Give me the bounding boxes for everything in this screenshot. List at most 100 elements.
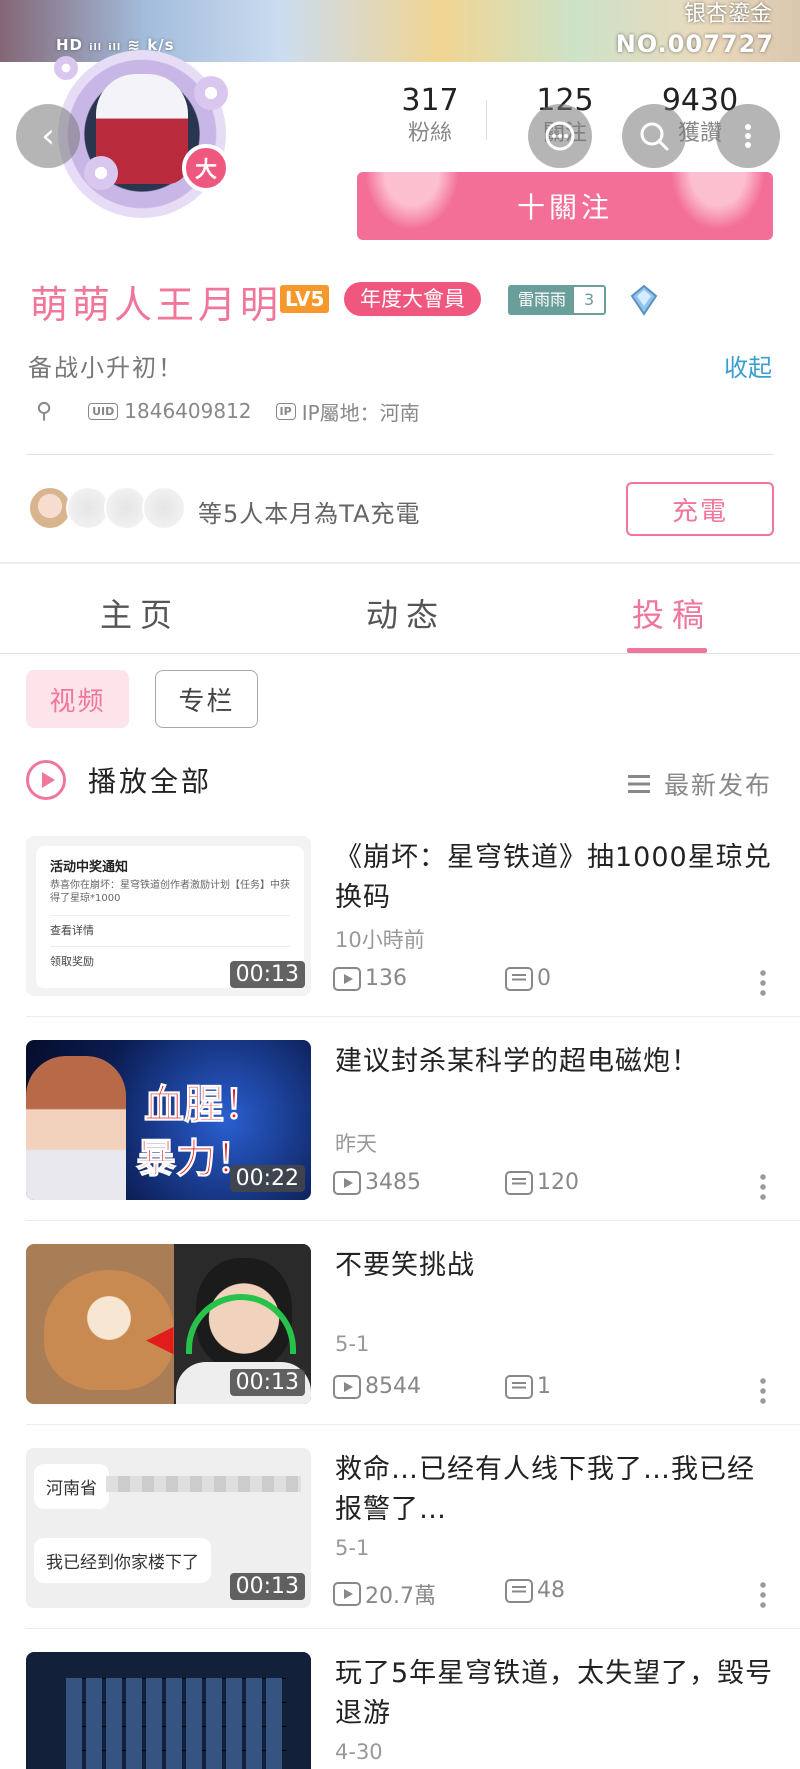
avatar xyxy=(142,486,186,530)
back-button[interactable]: ‹ xyxy=(16,104,80,168)
search-icon xyxy=(640,122,669,151)
divider xyxy=(0,653,800,654)
list-item[interactable]: 玩了5年星穹铁道，太失望了，毁号退游 4-30 xyxy=(0,1652,800,1769)
followers-label: 粉絲 xyxy=(407,121,452,146)
video-thumbnail[interactable] xyxy=(26,1652,311,1769)
comment-icon xyxy=(505,1578,533,1603)
divider xyxy=(26,1628,800,1629)
chevron-left-icon: ‹ xyxy=(41,116,55,156)
divider xyxy=(26,1220,800,1221)
play-icon xyxy=(333,966,361,991)
subtab-column[interactable]: 专栏 xyxy=(155,670,258,728)
username: 萌萌人王月明 xyxy=(30,283,283,327)
play-count-value: 3485 xyxy=(365,1170,421,1195)
character-image xyxy=(26,1056,126,1200)
chat-bubble-icon xyxy=(545,121,575,151)
arrow-left-icon: ◀ xyxy=(146,1318,174,1359)
video-time: 5-1 xyxy=(335,1536,370,1560)
comment-icon xyxy=(505,1374,533,1399)
section-divider xyxy=(0,562,800,564)
medal-label: 银杏鎏金 xyxy=(683,2,772,27)
sort-dropdown[interactable]: 最新发布 xyxy=(627,766,772,802)
vip-avatar-badge: 大 xyxy=(182,144,230,192)
play-all-button[interactable]: 播放全部 xyxy=(26,760,212,800)
chat-bubble: 我已经到你家楼下了 xyxy=(34,1538,211,1583)
list-item[interactable]: 活动中奖通知 恭喜你在崩坏：星穹铁道创作者激励计划【任务】中获得了星琼*1000… xyxy=(0,836,800,1040)
charge-button[interactable]: 充電 xyxy=(626,482,774,536)
list-item[interactable]: ◀ 00:13 不要笑挑战 5-1 8544 1 xyxy=(0,1244,800,1448)
character-grid-image xyxy=(66,1678,286,1769)
play-count: 20.7萬 xyxy=(333,1578,436,1610)
uid-tag: UID xyxy=(88,402,119,420)
thumb-heading: 活动中奖通知 xyxy=(50,860,129,875)
fan-medal-badge[interactable]: 雷雨雨 3 xyxy=(508,285,607,315)
wing-decoration xyxy=(357,172,467,240)
charge-summary: 等5人本月為TA充電 xyxy=(198,500,421,528)
duration-badge: 00:13 xyxy=(229,1369,305,1396)
video-title[interactable]: 救命…已经有人线下我了…我已经报警了… xyxy=(335,1450,775,1530)
video-title[interactable]: 玩了5年星穹铁道，太失望了，毁号退游 xyxy=(335,1654,775,1734)
video-thumbnail[interactable]: ◀ 00:13 xyxy=(26,1244,311,1404)
blurred-text xyxy=(106,1476,301,1492)
play-all-label: 播放全部 xyxy=(88,765,213,798)
play-count: 8544 xyxy=(333,1374,421,1399)
video-title[interactable]: 不要笑挑战 xyxy=(335,1246,775,1286)
video-thumbnail[interactable]: 河南省 我已经到你家楼下了 00:13 xyxy=(26,1448,311,1608)
video-time: 昨天 xyxy=(335,1132,377,1156)
collapse-link[interactable]: 收起 xyxy=(724,348,772,383)
tab-home[interactable]: 主页 xyxy=(100,590,180,636)
search-button[interactable] xyxy=(622,104,686,168)
follow-button-label: 十關注 xyxy=(516,191,613,224)
followers-count: 317 xyxy=(401,83,459,118)
follow-button[interactable]: 十關注 xyxy=(357,172,773,240)
divider xyxy=(26,1016,800,1017)
list-item[interactable]: 河南省 我已经到你家楼下了 00:13 救命…已经有人线下我了…我已经报警了… … xyxy=(0,1448,800,1652)
stat-divider xyxy=(486,100,487,140)
tab-uploads[interactable]: 投稿 xyxy=(632,590,712,636)
more-button[interactable] xyxy=(716,104,780,168)
play-count-value: 20.7萬 xyxy=(365,1584,436,1609)
fan-medal-level: 3 xyxy=(574,287,605,313)
list-item[interactable]: 血腥！ 暴力！ 00:22 建议封杀某科学的超电磁炮！ 昨天 3485 120 xyxy=(0,1040,800,1244)
video-time: 4-30 xyxy=(335,1740,383,1764)
video-thumbnail[interactable]: 活动中奖通知 恭喜你在崩坏：星穹铁道创作者激励计划【任务】中获得了星琼*1000… xyxy=(26,836,311,996)
wing-decoration xyxy=(663,172,773,240)
thumb-row: 查看详情 xyxy=(50,915,290,938)
more-vertical-icon[interactable] xyxy=(760,1580,766,1608)
duration-badge: 00:13 xyxy=(229,1573,305,1600)
fan-medal-name: 雷雨雨 xyxy=(510,287,575,313)
comment-count: 120 xyxy=(505,1170,579,1195)
comment-icon xyxy=(505,966,533,991)
diamond-icon[interactable] xyxy=(624,280,664,320)
profile-meta-row: ⚲ UID 1846409812 IP IP屬地：河南 xyxy=(36,396,420,426)
comment-count-value: 120 xyxy=(537,1170,579,1195)
play-circle-icon xyxy=(26,760,66,800)
divider xyxy=(26,1424,800,1425)
play-count-value: 136 xyxy=(365,966,407,991)
thumb-body: 恭喜你在崩坏：星穹铁道创作者激励计划【任务】中获得了星琼*1000 xyxy=(50,880,290,904)
play-icon xyxy=(333,1374,361,1399)
frame-flower-decoration xyxy=(54,56,78,80)
bio-text: 备战小升初！ xyxy=(28,354,184,382)
comment-count: 0 xyxy=(505,966,551,991)
subtab-video[interactable]: 视频 xyxy=(26,670,129,728)
video-time: 5-1 xyxy=(335,1332,370,1356)
tab-dynamics[interactable]: 动态 xyxy=(366,590,446,636)
more-vertical-icon[interactable] xyxy=(760,1376,766,1404)
more-vertical-icon[interactable] xyxy=(760,968,766,996)
uid-value[interactable]: 1846409812 xyxy=(124,399,251,423)
message-button[interactable] xyxy=(528,104,592,168)
video-title[interactable]: 《崩坏：星穹铁道》抽1000星琼兑换码 xyxy=(335,838,775,918)
sort-label: 最新发布 xyxy=(663,771,772,800)
vip-badge[interactable]: 年度大會員 xyxy=(344,282,481,316)
comment-count-value: 1 xyxy=(537,1374,551,1399)
charger-avatars[interactable] xyxy=(28,486,186,530)
level-badge: LV5 xyxy=(280,285,330,313)
video-title[interactable]: 建议封杀某科学的超电磁炮！ xyxy=(335,1042,775,1082)
more-vertical-icon xyxy=(745,124,751,148)
video-thumbnail[interactable]: 血腥！ 暴力！ 00:22 xyxy=(26,1040,311,1200)
chat-bubble: 河南省 xyxy=(34,1464,109,1509)
divider xyxy=(26,454,774,455)
more-vertical-icon[interactable] xyxy=(760,1172,766,1200)
stat-followers[interactable]: 317 粉絲 xyxy=(370,82,490,148)
